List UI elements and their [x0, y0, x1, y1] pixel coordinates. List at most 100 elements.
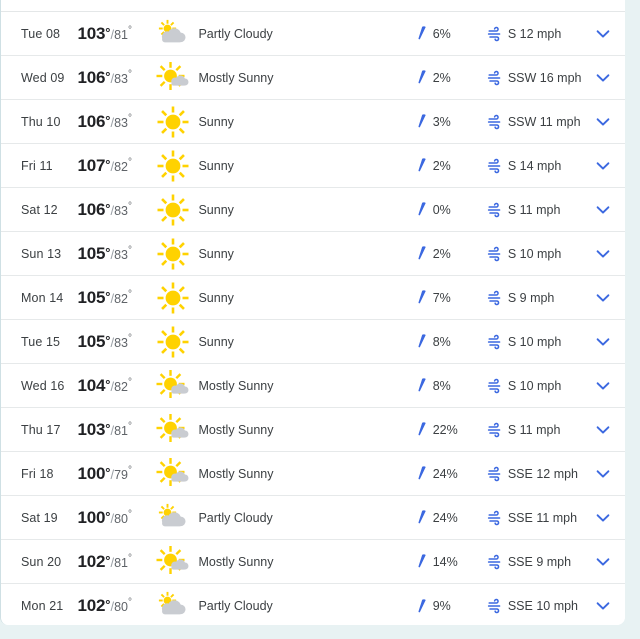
forecast-row[interactable]: Tue 15 105°/83° Sunny 8% S 10 mph [1, 320, 625, 364]
weather-condition-icon [153, 325, 192, 359]
degree-symbol-low: ° [128, 508, 132, 520]
sun-behind-small-cloud-icon [156, 61, 189, 90]
weather-condition-label: Sunny [198, 334, 234, 349]
wind-info: S 12 mph [487, 26, 594, 42]
temperature-low: 79 [114, 467, 128, 482]
chevron-down-icon[interactable] [594, 289, 612, 307]
forecast-row[interactable]: Tue 08 103°/81° Partly Cloudy 6% S 12 mph [1, 12, 625, 56]
chevron-down-icon[interactable] [594, 553, 612, 571]
forecast-temperature: 100°/80° [78, 508, 154, 528]
degree-symbol-high: ° [105, 376, 111, 392]
weather-condition-icon [153, 589, 192, 623]
expand-row-button[interactable] [594, 201, 625, 219]
raindrop-icon [418, 290, 426, 304]
chevron-down-icon[interactable] [594, 69, 612, 87]
degree-symbol-low: ° [128, 68, 132, 80]
expand-row-button[interactable] [594, 377, 625, 395]
forecast-row[interactable]: Thu 17 103°/81° Mostly Sunny 22% S 11 mph [1, 408, 625, 452]
sun-behind-small-cloud-icon [156, 457, 189, 486]
forecast-row[interactable]: Thu 10 106°/83° Sunny 3% SSW 11 mph [1, 100, 625, 144]
degree-symbol-low: ° [128, 552, 132, 564]
forecast-row[interactable]: Mon 14 105°/82° Sunny 7% S 9 mph [1, 276, 625, 320]
weather-condition-label: Mostly Sunny [198, 70, 274, 85]
chevron-down-icon[interactable] [594, 465, 612, 483]
temperature-low: 83 [114, 71, 128, 86]
temperature-high: 103 [77, 419, 106, 439]
raindrop-icon [418, 422, 426, 436]
raindrop-icon [418, 246, 426, 260]
forecast-temperature: 103°/81° [78, 24, 154, 44]
wind-icon [487, 554, 501, 569]
degree-symbol-high: ° [105, 420, 111, 436]
chevron-down-icon[interactable] [594, 421, 612, 439]
weather-condition-icon [153, 413, 192, 447]
degree-symbol-high: ° [105, 552, 111, 568]
wind-value: S 10 mph [507, 334, 562, 349]
forecast-row-list: Tue 08 103°/81° Partly Cloudy 6% S 12 mph… [1, 12, 625, 625]
chevron-down-icon[interactable] [594, 333, 612, 351]
expand-row-button[interactable] [594, 597, 625, 615]
wind-icon [487, 466, 501, 481]
precipitation-value: 14% [432, 554, 458, 569]
expand-row-button[interactable] [594, 553, 625, 571]
weather-condition-icon [153, 501, 192, 535]
chevron-down-icon[interactable] [594, 509, 612, 527]
precipitation-value: 6% [432, 26, 451, 41]
forecast-day-label: Thu 17 [21, 422, 61, 437]
precipitation-value: 22% [432, 422, 458, 437]
weather-condition-label: Partly Cloudy [198, 599, 273, 613]
chevron-down-icon[interactable] [594, 201, 612, 219]
forecast-row[interactable]: Sun 20 102°/81° Mostly Sunny 14% SSE 9 mp… [1, 540, 625, 584]
temperature-high: 105 [77, 287, 106, 307]
temperature-low: 82 [114, 159, 128, 174]
expand-row-button[interactable] [594, 509, 625, 527]
wind-value: SSW 16 mph [507, 70, 582, 85]
forecast-row[interactable]: Fri 18 100°/79° Mostly Sunny 24% SSE 12 m… [1, 452, 625, 496]
temperature-low: 83 [114, 335, 128, 350]
degree-symbol-high: ° [105, 332, 111, 348]
forecast-row[interactable]: Sat 12 106°/83° Sunny 0% S 11 mph [1, 188, 625, 232]
wind-icon [487, 202, 501, 217]
expand-row-button[interactable] [594, 289, 625, 307]
wind-icon [487, 598, 501, 614]
degree-symbol-low: ° [128, 244, 132, 256]
sun-behind-large-cloud-icon [158, 19, 186, 42]
expand-row-button[interactable] [594, 157, 625, 175]
raindrop-icon [418, 554, 426, 568]
forecast-temperature: 103°/81° [78, 420, 154, 440]
expand-row-button[interactable] [594, 69, 625, 87]
expand-row-button[interactable] [594, 113, 625, 131]
weather-condition-label: Sunny [198, 290, 234, 305]
sun-icon [157, 238, 189, 269]
forecast-row[interactable]: Sat 19 100°/80° Partly Cloudy 24% SSE 11 … [1, 496, 625, 540]
forecast-row[interactable]: Wed 16 104°/82° Mostly Sunny 8% S 10 mph [1, 364, 625, 408]
expand-row-button[interactable] [594, 333, 625, 351]
chevron-down-icon[interactable] [594, 245, 612, 263]
forecast-day-label: Wed 16 [21, 378, 65, 393]
scrollbar-track[interactable] [625, 0, 640, 639]
raindrop-icon [418, 70, 426, 84]
precipitation-chance: 22% [417, 422, 487, 437]
expand-row-button[interactable] [594, 25, 625, 43]
precipitation-chance: 3% [417, 114, 487, 129]
precipitation-value: 2% [432, 70, 451, 85]
chevron-down-icon[interactable] [594, 157, 612, 175]
temperature-high: 102 [77, 551, 106, 571]
expand-row-button[interactable] [594, 465, 625, 483]
chevron-down-icon[interactable] [594, 113, 612, 131]
expand-row-button[interactable] [594, 421, 625, 439]
raindrop-icon [418, 598, 426, 612]
chevron-down-icon[interactable] [594, 377, 612, 395]
forecast-temperature: 105°/83° [78, 332, 154, 352]
weather-condition-icon [153, 105, 192, 139]
expand-row-button[interactable] [594, 245, 625, 263]
wind-icon [487, 334, 501, 349]
forecast-row[interactable]: Fri 11 107°/82° Sunny 2% S 14 mph [1, 144, 625, 188]
forecast-row[interactable]: Wed 09 106°/83° Mostly Sunny 2% SSW 16 mp… [1, 56, 625, 100]
chevron-down-icon[interactable] [594, 25, 612, 43]
weather-condition-label: Sunny [198, 158, 234, 173]
forecast-row[interactable]: Sun 13 105°/83° Sunny 2% S 10 mph [1, 232, 625, 276]
chevron-down-icon[interactable] [594, 597, 612, 615]
forecast-row[interactable]: Mon 21 102°/80° Partly Cloudy 9% SSE 10 m… [1, 584, 625, 625]
forecast-temperature: 107°/82° [78, 156, 154, 176]
